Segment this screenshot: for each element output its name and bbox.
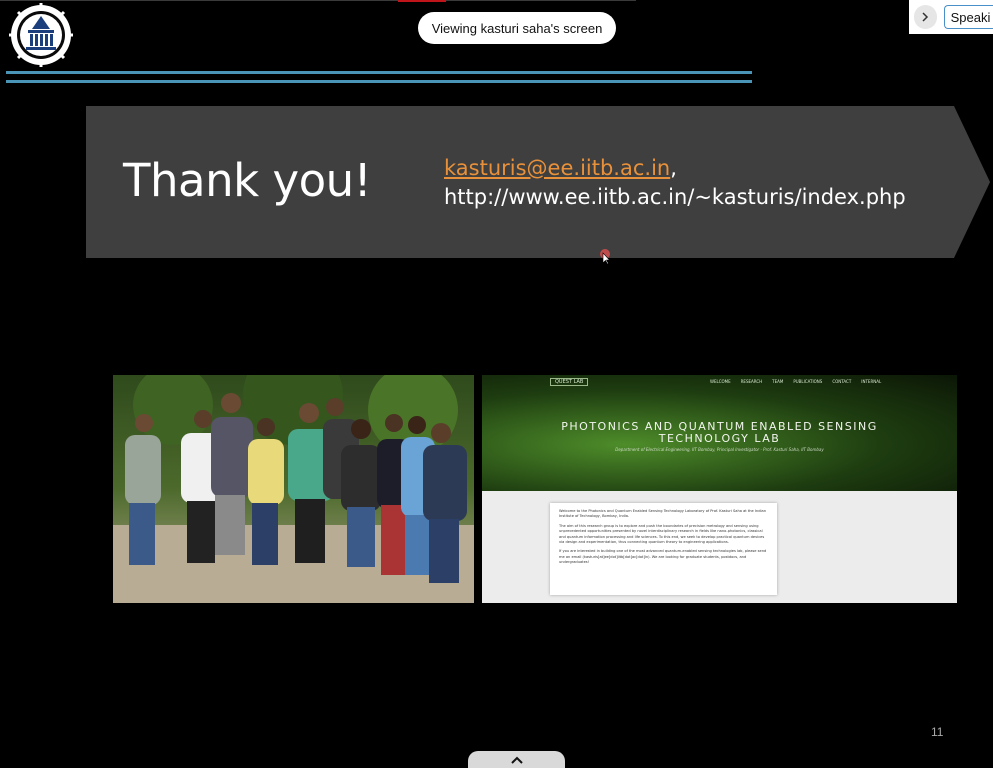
header-rule-bottom xyxy=(6,80,752,83)
chevron-right-icon[interactable] xyxy=(914,5,937,29)
website-nav-item: WELCOME xyxy=(710,379,731,384)
team-photo xyxy=(113,375,474,603)
viewing-screen-banner[interactable]: Viewing kasturi saha's screen xyxy=(418,12,616,44)
website-paragraph: Welcome to the Photonics and Quantum Ena… xyxy=(559,509,766,519)
website-nav-item: TEAM xyxy=(772,379,784,384)
website-nav-item: CONTACT xyxy=(832,379,852,384)
expand-controls-button[interactable] xyxy=(468,751,565,768)
website-logo: QUEST LAB xyxy=(550,378,589,386)
lab-website-screenshot: QUEST LAB WELCOME RESEARCH TEAM PUBLICAT… xyxy=(482,375,957,603)
speaker-panel: Speaki xyxy=(909,0,993,34)
website-nav: WELCOME RESEARCH TEAM PUBLICATIONS CONTA… xyxy=(710,379,881,384)
website-subtitle: Department of Electrical Engineering, II… xyxy=(615,447,824,452)
website-title: PHOTONICS AND QUANTUM ENABLED SENSING TE… xyxy=(482,421,957,445)
website-nav-item: RESEARCH xyxy=(740,379,763,384)
chevron-up-icon xyxy=(510,756,523,764)
iitb-logo xyxy=(9,3,73,67)
website-paragraph: The aim of this research group is to exp… xyxy=(559,523,765,545)
website-paragraph: If you are interested in building one of… xyxy=(559,549,767,565)
email-link[interactable]: kasturis@ee.iitb.ac.in xyxy=(444,156,670,180)
slide-page-number: 11 xyxy=(931,725,944,739)
website-title-line2: TECHNOLOGY LAB xyxy=(658,432,781,445)
website-welcome-card: Welcome to the Photonics and Quantum Ena… xyxy=(550,503,777,595)
website-nav-item: INTERNAL xyxy=(861,379,882,384)
top-edge-line xyxy=(0,0,636,1)
speaker-view-button[interactable]: Speaki xyxy=(943,5,993,29)
website-nav-item: PUBLICATIONS xyxy=(793,379,823,384)
mouse-cursor-icon xyxy=(600,249,611,265)
slide-heading: Thank you! xyxy=(123,154,372,207)
recording-indicator xyxy=(398,0,446,2)
email-suffix: , xyxy=(670,156,677,180)
website-url: http://www.ee.iitb.ac.in/~kasturis/index… xyxy=(444,185,906,209)
contact-info: kasturis@ee.iitb.ac.in, http://www.ee.ii… xyxy=(444,154,906,212)
header-rule-top xyxy=(6,71,752,74)
